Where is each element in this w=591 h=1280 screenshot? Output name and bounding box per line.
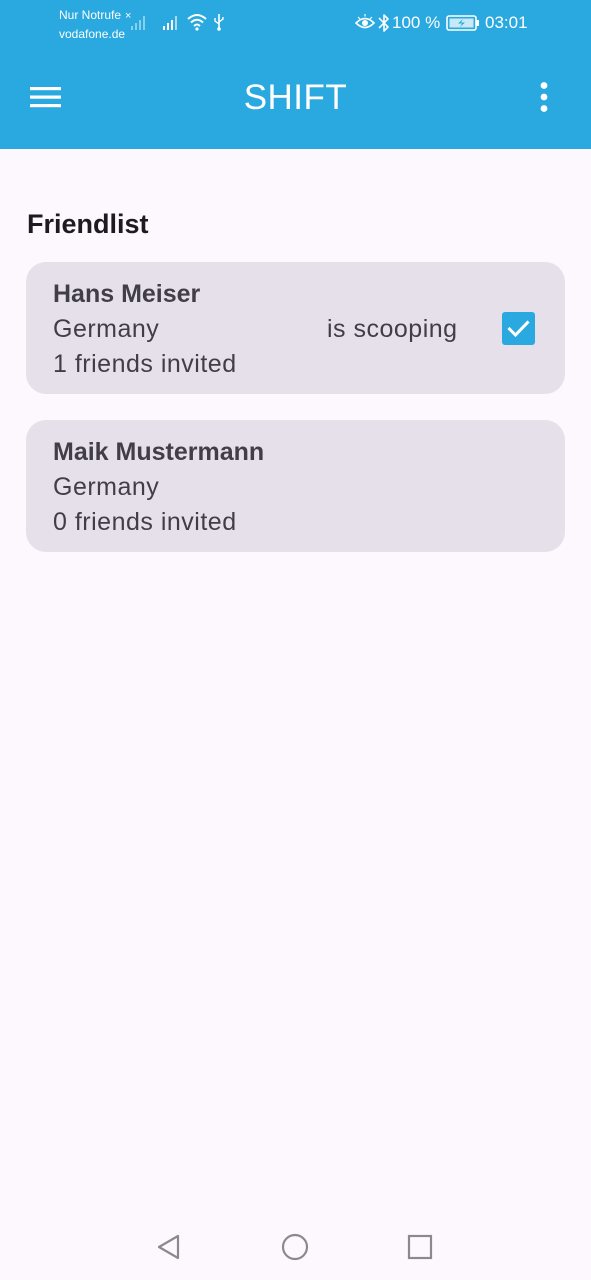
signal-bars-icon [163,16,177,30]
friends-invited-count: 1 friends invited [53,350,237,378]
app-bar: SHIFT [0,46,591,149]
battery-percentage: 100 % [392,13,441,32]
friend-card[interactable]: Maik Mustermann Germany 0 friends invite… [26,420,565,552]
friendlist-title: Friendlist [27,209,149,239]
eye-icon [355,14,375,29]
header-background: Nur Notrufe × vodafone.de 100 % 03:01 SH… [0,0,591,149]
friend-activity-status: is scooping [327,315,458,343]
status-icons-right: 100 % 03:01 [355,12,535,34]
friend-country: Germany [53,473,160,501]
usb-icon [214,14,224,31]
app-screen: Nur Notrufe × vodafone.de 100 % 03:01 SH… [0,0,591,1280]
clock-time: 03:01 [485,13,528,32]
friend-checkbox[interactable] [502,312,535,345]
recents-square-icon[interactable] [404,1231,436,1263]
bluetooth-icon [378,14,389,32]
signal-bars-icon [131,16,145,30]
carrier-line-2: vodafone.de [59,27,126,41]
friend-country: Germany [53,315,160,343]
battery-charging-icon [446,15,479,31]
home-circle-icon[interactable] [279,1231,311,1263]
friend-name: Maik Mustermann [53,438,265,466]
status-bar: Nur Notrufe × vodafone.de 100 % 03:01 [0,0,591,46]
checkmark-icon [507,320,530,338]
app-title: SHIFT [243,78,348,117]
more-vertical-icon[interactable] [524,76,564,120]
friend-name: Hans Meiser [53,280,201,308]
wifi-icon [187,14,207,31]
carrier-info: Nur Notrufe × vodafone.de [59,6,131,43]
back-triangle-icon[interactable] [153,1231,185,1263]
system-navigation-bar [0,1214,591,1280]
friend-card[interactable]: Hans Meiser Germany 1 friends invited is… [26,262,565,394]
friends-invited-count: 0 friends invited [53,508,237,536]
carrier-line-1: Nur Notrufe [59,8,122,22]
